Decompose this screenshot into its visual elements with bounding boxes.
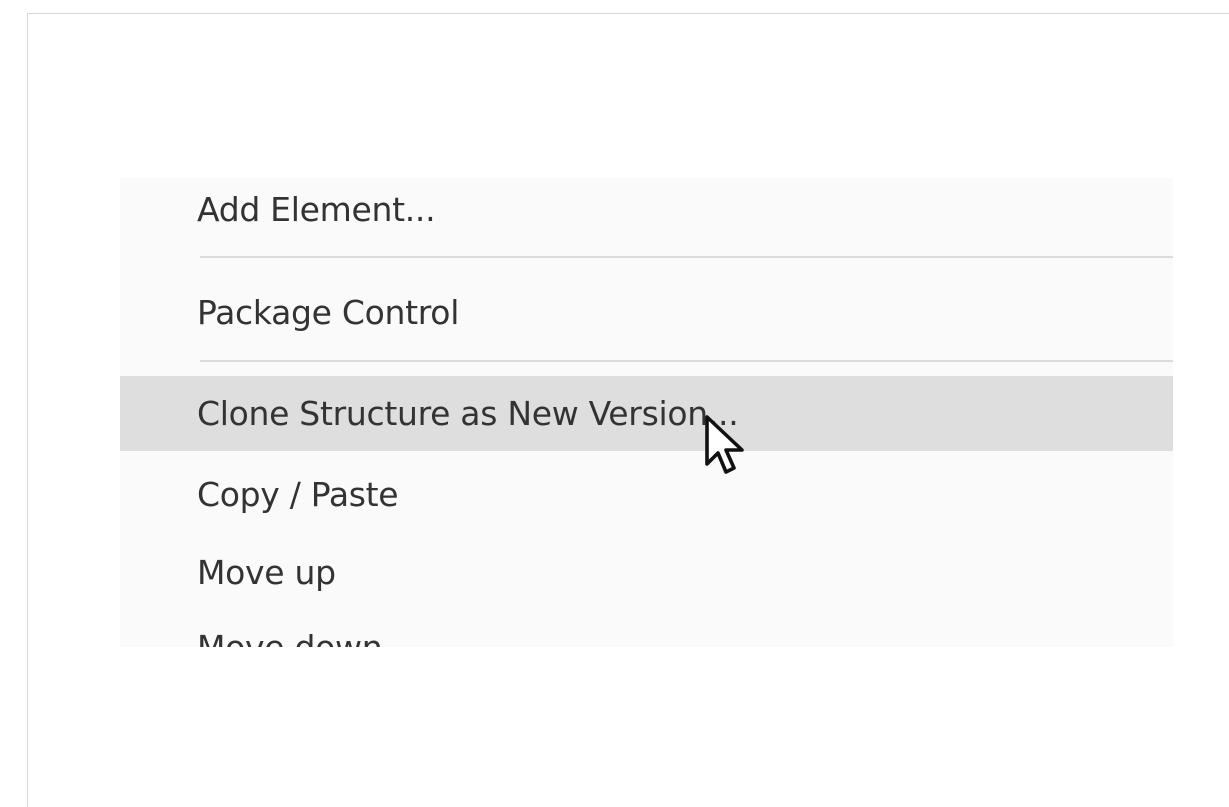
menu-item-add-element[interactable]: Add Element... — [120, 188, 1173, 232]
menu-item-copy-paste[interactable]: Copy / Paste — [120, 473, 1173, 517]
menu-item-label: Move down — [197, 628, 383, 647]
menu-item-clone-structure[interactable]: Clone Structure as New Version... — [120, 376, 1173, 451]
menu-item-move-down[interactable]: Move down — [120, 626, 1173, 647]
menu-item-label: Move up — [197, 553, 336, 592]
menu-item-label: Package Control — [197, 293, 460, 332]
menu-item-label: Copy / Paste — [197, 475, 399, 514]
menu-separator — [200, 360, 1173, 362]
menu-item-label: Clone Structure as New Version... — [197, 394, 739, 433]
menu-separator — [200, 256, 1173, 258]
menu-item-label: Add Element... — [197, 190, 436, 229]
context-menu: Add Element... Package Control Clone Str… — [120, 178, 1173, 647]
menu-item-package-control[interactable]: Package Control — [120, 291, 1173, 335]
mouse-pointer-icon — [705, 415, 744, 474]
menu-item-move-up[interactable]: Move up — [120, 551, 1173, 595]
